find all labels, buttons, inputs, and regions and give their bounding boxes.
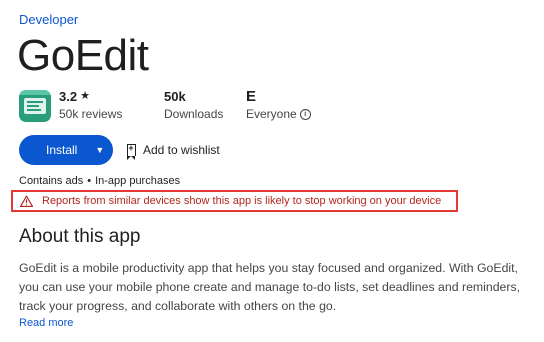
install-button[interactable]: Install ▼ [19, 135, 113, 165]
app-title: GoEdit [17, 31, 149, 80]
in-app-purchases-label: In-app purchases [95, 175, 181, 187]
add-to-wishlist-button[interactable]: + Add to wishlist [126, 143, 220, 160]
goedit-app-icon [19, 90, 51, 122]
warning-icon [20, 195, 33, 207]
install-label: Install [46, 143, 78, 157]
rating-stat[interactable]: 3.2 ★ 50k reviews [59, 88, 143, 123]
app-description: GoEdit is a mobile productivity app that… [19, 261, 521, 313]
warning-text: Reports from similar devices show this a… [42, 195, 442, 207]
read-more-link[interactable]: Read more [19, 317, 73, 329]
chevron-down-icon[interactable]: ▼ [95, 145, 104, 155]
star-icon: ★ [80, 90, 90, 102]
contains-ads-label: Contains ads [19, 175, 84, 187]
rating-value: 3.2 [59, 89, 78, 104]
content-rating-stat[interactable]: E Everyone i [246, 88, 311, 123]
downloads-stat: 50k Downloads [164, 88, 246, 123]
reviews-count: 50k reviews [59, 107, 123, 121]
downloads-label: Downloads [164, 107, 224, 121]
action-bar: Install ▼ + Add to wishlist [19, 135, 220, 165]
developer-link[interactable]: Developer [19, 12, 78, 27]
wishlist-label: Add to wishlist [143, 143, 220, 157]
ads-info: Contains ads • In-app purchases [19, 175, 180, 187]
app-stats: 3.2 ★ 50k reviews 50k Downloads E Everyo… [19, 88, 311, 128]
compatibility-warning: Reports from similar devices show this a… [11, 190, 458, 212]
downloads-value: 50k [164, 89, 186, 104]
about-title: About this app [19, 226, 141, 247]
separator-dot: • [87, 175, 92, 187]
content-rating-label: Everyone [246, 107, 297, 121]
bookmark-add-icon: + [126, 144, 136, 160]
info-icon[interactable]: i [299, 108, 311, 120]
content-rating-icon: E [246, 88, 256, 105]
